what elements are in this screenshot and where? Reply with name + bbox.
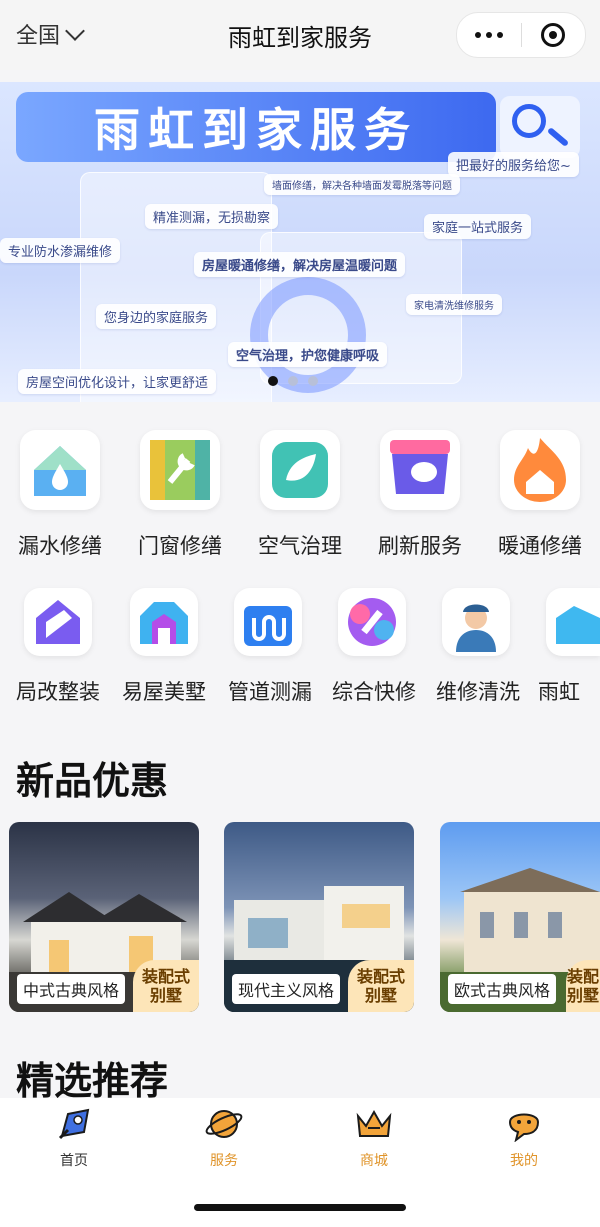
product-tag: 装配 别墅	[566, 960, 600, 1012]
banner-bubble: 家庭一站式服务	[424, 214, 532, 239]
close-mini-program-button[interactable]	[522, 13, 586, 57]
user-blob-icon	[508, 1113, 540, 1143]
tab-label: 首页	[60, 1153, 88, 1169]
villa-icon	[130, 588, 198, 656]
product-card[interactable]: 中式古典风格 装配式 别墅	[9, 822, 199, 1012]
product-name: 现代主义风格	[232, 974, 341, 1004]
section-title-featured: 精选推荐	[16, 1059, 169, 1103]
more-button[interactable]	[457, 13, 521, 57]
product-card[interactable]: 现代主义风格 装配式 别墅	[224, 822, 414, 1012]
water-drop-house-icon	[20, 430, 100, 510]
service-grid-row-2: 局改整装 易屋美墅 管道测漏 综合快修 维修清洗 雨虹	[0, 580, 600, 710]
tab-label: 服务	[210, 1153, 238, 1169]
carousel-indicator	[268, 376, 318, 386]
service-label: 雨虹	[538, 680, 580, 704]
tag-line-2: 别墅	[566, 986, 599, 1005]
section-title-new-products: 新品优惠	[16, 759, 169, 803]
hammer-icon	[338, 588, 406, 656]
top-navigation-bar: 全国 雨虹到家服务	[0, 0, 600, 70]
home-indicator[interactable]	[194, 1204, 406, 1211]
banner-bubble: 房屋暖通修缮，解决房屋温暖问题	[194, 252, 406, 277]
pipe-icon	[234, 588, 302, 656]
rocket-icon	[58, 1108, 90, 1140]
magnifier-icon	[500, 96, 580, 158]
leaf-icon	[260, 430, 340, 510]
tab-profile[interactable]: 我的	[484, 1106, 564, 1170]
tab-home[interactable]: 首页	[34, 1106, 114, 1170]
product-name: 欧式古典风格	[448, 974, 557, 1004]
tag-line-1: 装配式	[356, 967, 405, 986]
banner-bubble: 把最好的服务给您~	[448, 152, 579, 177]
tag-line-2: 别墅	[149, 986, 182, 1005]
carousel-dot[interactable]	[288, 376, 298, 386]
more-dots-icon	[474, 32, 503, 38]
wrench-door-icon	[140, 430, 220, 510]
service-label: 易屋美墅	[122, 680, 206, 704]
paint-brush-icon	[380, 430, 460, 510]
service-label: 漏水修缮	[18, 534, 102, 558]
product-tag: 装配式 别墅	[348, 960, 414, 1012]
carousel-dot[interactable]	[308, 376, 318, 386]
target-circle-icon	[541, 23, 566, 47]
banner-bubble: 墙面修缮，解决各种墙面发霉脱落等问题	[264, 174, 460, 195]
promo-banner[interactable]: 雨虹到家服务 把最好的服务给您~ 墙面修缮，解决各种墙面发霉脱落等问题 精准测漏…	[0, 82, 600, 402]
tag-line-2: 别墅	[364, 986, 397, 1005]
banner-bubble: 空气治理，护您健康呼吸	[228, 342, 388, 367]
house-shape-icon	[24, 588, 92, 656]
banner-bubble: 家电清洗维修服务	[406, 294, 502, 315]
tag-line-1: 装配式	[141, 967, 190, 986]
tab-mall[interactable]: 商城	[334, 1106, 414, 1170]
product-name: 中式古典风格	[17, 974, 126, 1004]
crown-icon	[356, 1109, 392, 1137]
banner-bubble: 房屋空间优化设计，让家更舒适	[18, 369, 217, 394]
service-label: 空气治理	[258, 534, 342, 558]
partial-icon	[546, 588, 600, 656]
service-label: 暖通修缮	[498, 534, 582, 558]
tab-label: 我的	[510, 1153, 538, 1169]
worker-icon	[442, 588, 510, 656]
flame-house-icon	[500, 430, 580, 510]
service-label: 管道测漏	[228, 680, 312, 704]
banner-bubble: 专业防水渗漏维修	[0, 238, 121, 263]
banner-heading: 雨虹到家服务	[16, 92, 496, 162]
tag-line-1: 装配	[566, 967, 599, 986]
product-tag: 装配式 别墅	[133, 960, 199, 1012]
service-label: 门窗修缮	[138, 534, 222, 558]
service-label: 综合快修	[332, 680, 416, 704]
product-card[interactable]: 欧式古典风格 装配 别墅	[440, 822, 600, 1012]
banner-title: 雨虹到家服务	[94, 103, 418, 157]
tab-label: 商城	[360, 1153, 388, 1169]
service-label: 局改整装	[16, 680, 100, 704]
banner-bubble: 您身边的家庭服务	[96, 304, 217, 329]
service-label: 维修清洗	[436, 680, 520, 704]
tab-services[interactable]: 服务	[184, 1106, 264, 1170]
planet-icon	[205, 1110, 243, 1138]
service-grid-row-1: 漏水修缮 门窗修缮 空气治理 刷新服务 暖通修缮	[0, 420, 600, 570]
banner-bubble: 精准测漏，无损勘察	[145, 204, 279, 229]
mini-program-capsule	[456, 12, 586, 58]
service-label: 刷新服务	[378, 534, 462, 558]
carousel-dot-active[interactable]	[268, 376, 278, 386]
